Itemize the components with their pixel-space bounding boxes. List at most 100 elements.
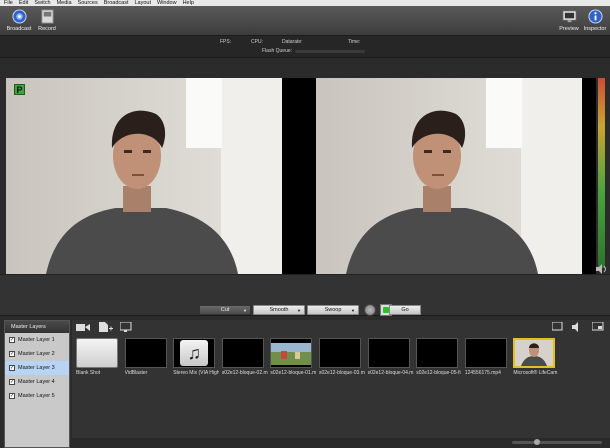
datarate-label: Datarate: [282, 39, 303, 45]
monitor-divider [282, 78, 302, 274]
inspector-label: Inspector [583, 26, 607, 32]
music-note-icon: ♫ [180, 340, 209, 366]
master-layer-2[interactable]: ✓ Master Layer 2 [5, 347, 69, 361]
preview-monitor[interactable]: P [6, 78, 282, 274]
master-layer-1[interactable]: ✓ Master Layer 1 [5, 333, 69, 347]
add-screen-icon[interactable] [120, 322, 136, 332]
shot-label: 124556175.mp4 [464, 370, 501, 376]
broadcast-button[interactable]: Broadcast [4, 9, 34, 32]
swoop-transition-select[interactable]: Swoop ▼ [307, 305, 359, 315]
layer-label: Master Layer 1 [18, 337, 55, 343]
shot-label: Stereo Mix (VIA High [173, 370, 220, 376]
shot-item[interactable]: s02e12-bloque-05-fi [416, 336, 461, 384]
shot-thumbnail [319, 338, 361, 368]
shot-item[interactable]: VidBlaster [124, 336, 167, 384]
layer-checkbox[interactable]: ✓ [9, 337, 15, 343]
cpu-label: CPU: [251, 39, 263, 45]
shot-thumbnail [124, 338, 167, 368]
transition-bar: Cut ▼ Smooth ▼ Swoop ▼ Go [0, 274, 610, 316]
main-toolbar: Broadcast Record Preview Inspector [0, 6, 610, 36]
layer-checkbox[interactable]: ✓ [9, 379, 15, 385]
shot-item[interactable]: 124556175.mp4 [464, 336, 507, 384]
shot-item[interactable]: s02e12-bloque-03.m [319, 336, 365, 384]
smooth-label: Smooth [269, 307, 289, 313]
shot-item[interactable]: s02e12-bloque-02.m [221, 336, 268, 384]
preview-label: Preview [559, 26, 579, 32]
layer-checkbox[interactable]: ✓ [9, 365, 15, 371]
master-layer-3[interactable]: ✓ Master Layer 3 [5, 361, 69, 375]
shot-thumbnail: ♫ [173, 338, 216, 368]
broadcast-icon [11, 9, 27, 24]
flash-queue: Flash Queue: [262, 48, 366, 54]
master-layer-5[interactable]: ✓ Master Layer 5 [5, 389, 69, 403]
go-button[interactable]: Go [389, 305, 421, 315]
cut-transition-select[interactable]: Cut ▼ [199, 305, 251, 315]
layout-icon[interactable] [592, 322, 606, 332]
shot-thumbnail [513, 338, 556, 368]
broadcast-label: Broadcast [6, 26, 32, 32]
shot-item[interactable]: s02e12-bloque-01.m [270, 336, 316, 384]
zoom-slider-track[interactable] [512, 441, 602, 444]
shot-item[interactable]: Blank Shot [76, 336, 118, 384]
swoop-label: Swoop [324, 307, 342, 313]
layer-label: Master Layer 2 [18, 351, 55, 357]
master-layers-panel: Master Layers ✓ Master Layer 1 ✓ Master Lay… [4, 320, 70, 448]
flash-queue-bar [295, 49, 366, 53]
shot-label: s02e12-bloque-05-fi [416, 370, 461, 376]
preview-area: P [6, 78, 596, 274]
audio-level-meter [598, 78, 605, 268]
shot-item[interactable]: s02e12-bloque-04.m [367, 336, 413, 384]
layer-label: Master Layer 4 [18, 379, 55, 385]
sources-panel: Blank Shot VidBlaster ♫ Stereo Mix (VIA Hig… [72, 320, 610, 448]
layer-checkbox[interactable]: ✓ [9, 393, 15, 399]
fps-label: FPS: [220, 39, 232, 45]
inspector-button[interactable]: Inspector [580, 9, 610, 32]
volume-icon[interactable] [572, 322, 586, 332]
shot-thumbnail [221, 338, 264, 368]
shot-thumbnail [416, 338, 459, 368]
info-icon [587, 9, 603, 24]
stats-bar: FPS: CPU: Datarate: Time: Flash Queue: [0, 36, 610, 58]
shot-label: s02e12-bloque-03.m [319, 370, 365, 376]
shot-list: Blank Shot VidBlaster ♫ Stereo Mix (VIA Hig… [76, 336, 610, 384]
shot-thumbnail [270, 338, 313, 368]
shot-label: s02e12-bloque-04.m [367, 370, 414, 376]
speaker-icon[interactable] [595, 264, 607, 274]
chevron-down-icon: ▼ [351, 307, 355, 313]
record-label: Record [38, 26, 56, 32]
zoom-slider-thumb[interactable] [534, 439, 540, 445]
transition-speed-knob[interactable] [364, 304, 376, 316]
shot-item[interactable]: Microsoft® LifeCam [513, 336, 557, 384]
shot-label: s02e12-bloque-02.m [221, 370, 268, 376]
add-camera-icon[interactable] [76, 322, 92, 332]
flash-queue-label: Flash Queue: [262, 48, 293, 54]
shot-label: Blank Shot [76, 370, 101, 376]
shot-thumbnail [464, 338, 507, 368]
time-label: Time: [348, 39, 361, 45]
chevron-down-icon: ▼ [243, 307, 247, 313]
shot-thumbnail [367, 338, 410, 368]
go-label: Go [401, 307, 409, 313]
view-mode-icon[interactable] [552, 322, 566, 332]
shot-label: s02e12-bloque-01.m [270, 370, 317, 376]
shot-item[interactable]: ♫ Stereo Mix (VIA High [173, 336, 219, 384]
preview-badge: P [14, 84, 25, 95]
master-layers-list: ✓ Master Layer 1 ✓ Master Layer 2 ✓ Master La… [5, 333, 69, 403]
program-monitor[interactable] [316, 78, 582, 274]
master-layers-header: Master Layers [5, 321, 69, 333]
record-button[interactable]: Record [32, 9, 62, 32]
shots-scrollbar[interactable] [72, 438, 610, 448]
layer-label: Master Layer 5 [18, 393, 55, 399]
shot-thumbnail [76, 338, 118, 368]
monitor-icon [561, 10, 577, 23]
master-layer-4[interactable]: ✓ Master Layer 4 [5, 375, 69, 389]
smooth-transition-select[interactable]: Smooth ▼ [253, 305, 305, 315]
cut-label: Cut [220, 307, 230, 313]
layer-checkbox[interactable]: ✓ [9, 351, 15, 357]
record-icon [40, 9, 54, 24]
add-file-icon[interactable] [98, 322, 114, 332]
master-layers-title: Master Layers [11, 324, 46, 330]
webcam-preview [515, 340, 554, 366]
layer-label: Master Layer 3 [18, 365, 55, 371]
shot-label: VidBlaster [124, 370, 148, 376]
